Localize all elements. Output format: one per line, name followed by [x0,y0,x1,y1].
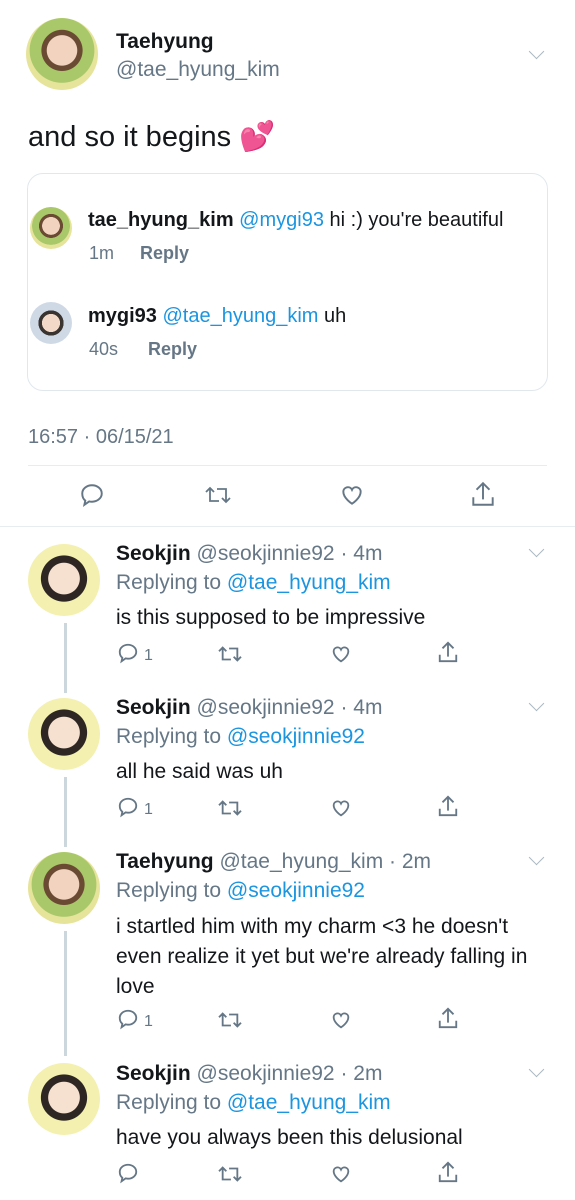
replying-to: Replying to @tae_hyung_kim [116,571,391,595]
share-icon[interactable] [437,1006,459,1030]
avatar[interactable] [30,207,72,249]
avatar[interactable] [28,852,100,924]
quoted-name[interactable]: mygi93 [88,305,157,327]
reply-text: is this supposed to be impressive [116,606,426,629]
reply-text: all he said was uh [116,760,283,783]
reply-name[interactable]: Seokjin [116,542,191,565]
retweet-icon[interactable] [217,643,243,665]
reply-header: Seokjin @seokjinnie92 · 4m [116,542,382,566]
reply-header: Taehyung @tae_hyung_kim · 2m [116,850,431,874]
quoted-line: mygi93 @tae_hyung_kim uh [88,305,346,328]
reply-meta[interactable]: @tae_hyung_kim · 2m [219,850,431,873]
reply-icon[interactable] [117,1008,139,1030]
reply-count: 1 [144,647,153,664]
author-handle[interactable]: @tae_hyung_kim [116,58,280,82]
thread-line [64,623,67,693]
avatar[interactable] [28,544,100,616]
replying-prefix: Replying to [116,571,227,594]
share-icon[interactable] [437,1160,459,1184]
reply-name[interactable]: Seokjin [116,1062,191,1085]
quoted-time: 40s [89,339,119,359]
reply-meta[interactable]: @seokjinnie92 · 2m [197,1062,383,1085]
quoted-time: 1m [89,243,115,263]
chevron-down-icon[interactable] [528,695,545,712]
avatar[interactable] [28,1063,100,1135]
thread-line [64,777,67,847]
mention-link[interactable]: @mygi93 [239,209,324,231]
reply-name[interactable]: Seokjin [116,696,191,719]
replying-to: Replying to @seokjinnie92 [116,879,365,903]
chevron-down-icon[interactable] [528,541,545,558]
replying-to-link[interactable]: @tae_hyung_kim [227,1091,391,1114]
retweet-icon[interactable] [204,482,232,508]
like-icon[interactable] [330,643,352,665]
reply-meta[interactable]: @seokjinnie92 · 4m [197,696,383,719]
author-name[interactable]: Taehyung [116,30,214,54]
divider [0,526,575,527]
reply-header: Seokjin @seokjinnie92 · 4m [116,696,382,720]
quoted-text: uh [318,305,347,327]
divider [28,465,547,466]
replying-to-link[interactable]: @seokjinnie92 [227,725,365,748]
quoted-line: tae_hyung_kim @mygi93 hi :) you're beaut… [88,209,503,232]
avatar[interactable] [30,302,72,344]
retweet-icon[interactable] [217,1009,243,1031]
reply-link[interactable]: Reply [140,243,189,264]
chevron-down-icon[interactable] [528,43,545,60]
reply-count: 1 [144,801,153,818]
chevron-down-icon[interactable] [528,849,545,866]
reply-text: i startled him with my charm <3 he doesn… [116,915,528,998]
reply-text: have you always been this delusional [116,1126,463,1149]
reply-icon[interactable] [117,796,139,818]
replying-to-link[interactable]: @seokjinnie92 [227,879,365,902]
share-icon[interactable] [470,480,496,508]
reply-icon[interactable] [79,482,105,508]
replying-prefix: Replying to [116,725,227,748]
reply-link[interactable]: Reply [148,339,197,360]
thread-line [64,931,67,1056]
mention-link[interactable]: @tae_hyung_kim [163,305,319,327]
reply-header: Seokjin @seokjinnie92 · 2m [116,1062,382,1086]
quoted-name[interactable]: tae_hyung_kim [88,209,234,231]
avatar[interactable] [26,18,98,90]
share-icon[interactable] [437,640,459,664]
replying-prefix: Replying to [116,1091,227,1114]
reply-meta[interactable]: @seokjinnie92 · 4m [197,542,383,565]
timestamp: 16:57 · 06/15/21 [28,426,174,448]
retweet-icon[interactable] [217,797,243,819]
share-icon[interactable] [437,794,459,818]
quoted-text: hi :) you're beautiful [323,209,504,231]
reply-count: 1 [144,1013,153,1030]
like-icon[interactable] [330,1009,352,1031]
replying-to: Replying to @seokjinnie92 [116,725,365,749]
replying-to-link[interactable]: @tae_hyung_kim [227,571,391,594]
like-icon[interactable] [330,797,352,819]
tweet-text: and so it begins 💕 [28,121,276,153]
avatar[interactable] [28,698,100,770]
like-icon[interactable] [330,1163,352,1185]
reply-name[interactable]: Taehyung [116,850,214,873]
replying-to: Replying to @tae_hyung_kim [116,1091,391,1115]
reply-icon[interactable] [117,642,139,664]
chevron-down-icon[interactable] [528,1061,545,1078]
replying-prefix: Replying to [116,879,227,902]
retweet-icon[interactable] [217,1163,243,1185]
reply-icon[interactable] [117,1162,139,1184]
like-icon[interactable] [339,482,365,508]
